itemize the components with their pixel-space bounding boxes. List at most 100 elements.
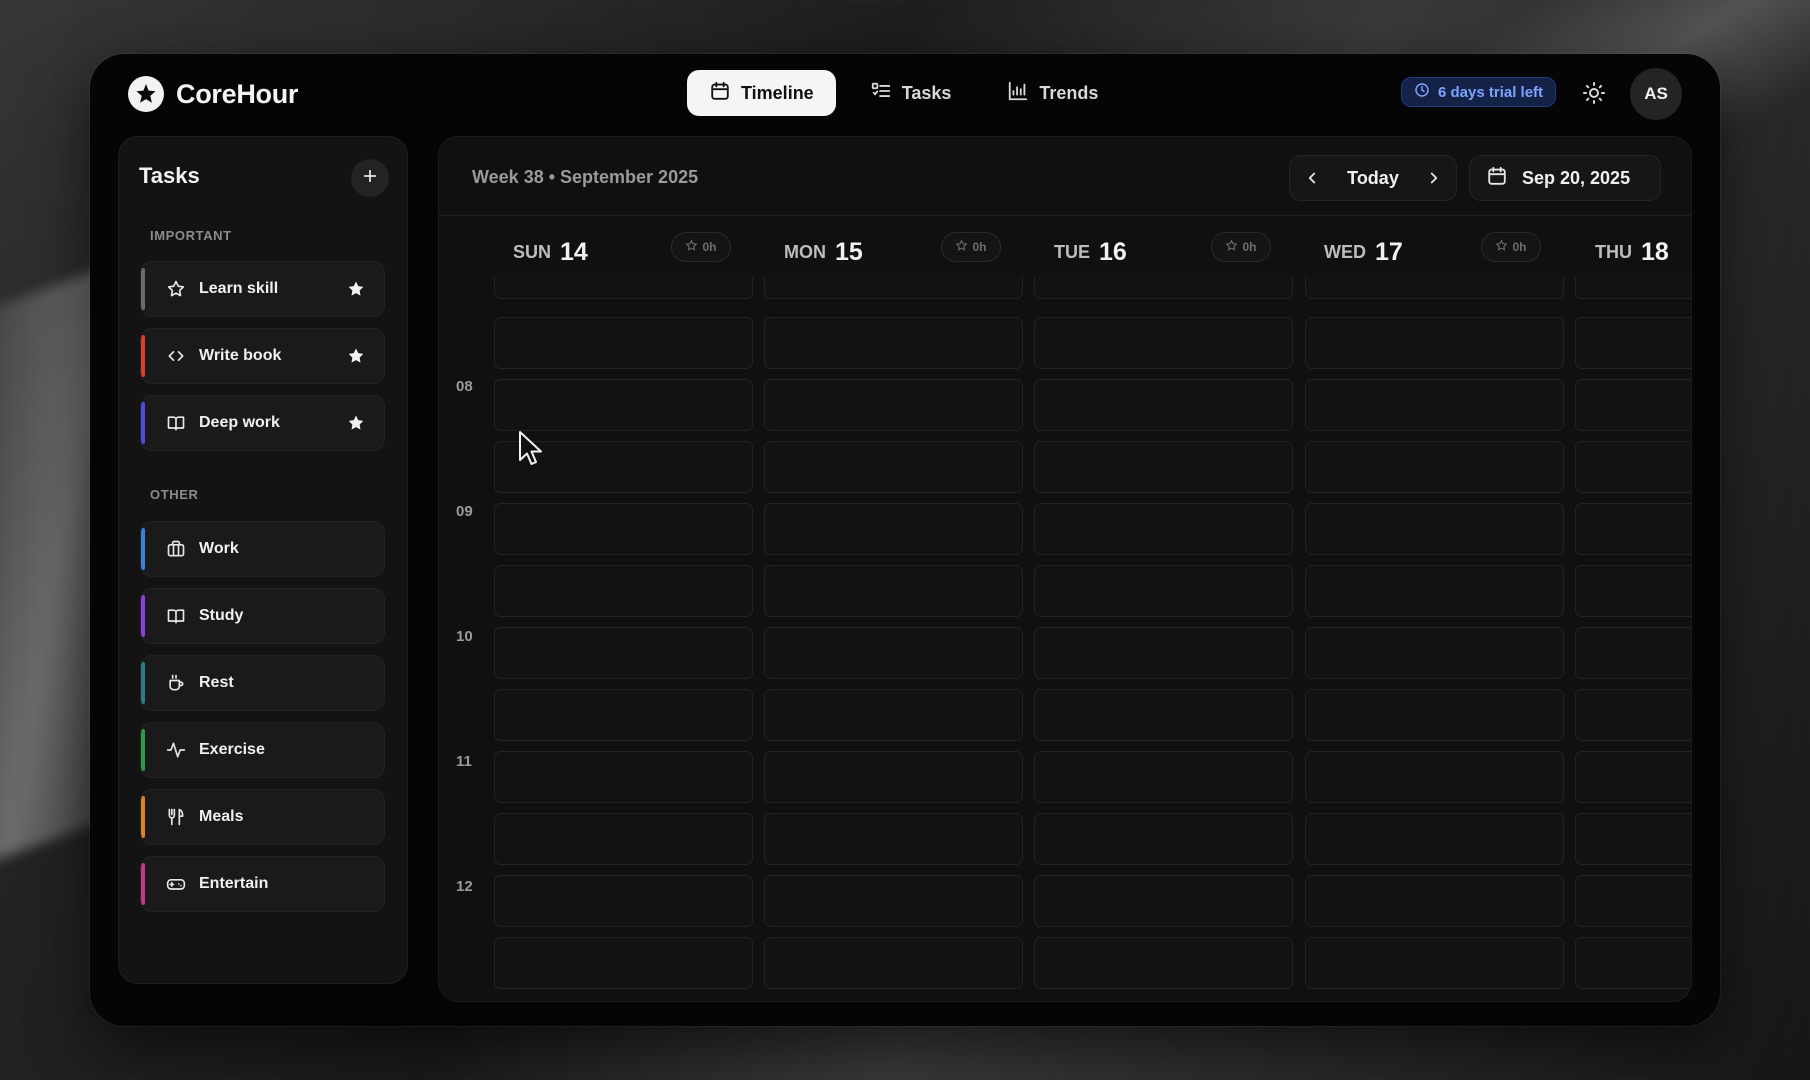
time-slot[interactable] (1034, 627, 1293, 679)
time-slot[interactable] (1575, 317, 1691, 369)
time-slot[interactable] (1034, 565, 1293, 617)
day-header-thu[interactable]: THU 18 (1595, 232, 1669, 272)
day-header-wed[interactable]: WED 17 (1324, 232, 1403, 272)
task-color-bar (141, 729, 145, 771)
today-button[interactable]: Today (1347, 168, 1399, 189)
time-slot[interactable] (1575, 277, 1691, 299)
time-slot[interactable] (764, 751, 1023, 803)
time-slot[interactable] (494, 441, 753, 493)
add-task-button[interactable] (351, 159, 389, 197)
time-slot[interactable] (494, 503, 753, 555)
time-slot[interactable] (1034, 751, 1293, 803)
time-slot[interactable] (764, 627, 1023, 679)
time-slot[interactable] (1305, 813, 1564, 865)
time-slot[interactable] (494, 689, 753, 741)
time-slot[interactable] (494, 565, 753, 617)
time-slot[interactable] (1575, 565, 1691, 617)
avatar[interactable]: AS (1630, 68, 1682, 120)
time-slot[interactable] (1305, 751, 1564, 803)
task-item-meals[interactable]: Meals (140, 789, 385, 845)
time-slot[interactable] (1034, 379, 1293, 431)
day-header-tue[interactable]: TUE 16 (1054, 232, 1127, 272)
time-slot[interactable] (764, 379, 1023, 431)
task-item-exercise[interactable]: Exercise (140, 722, 385, 778)
time-slot[interactable] (1034, 689, 1293, 741)
brand[interactable]: CoreHour (128, 76, 298, 112)
time-slot[interactable] (1575, 379, 1691, 431)
time-slot[interactable] (1305, 565, 1564, 617)
time-slot[interactable] (1034, 277, 1293, 299)
time-slot[interactable] (1034, 875, 1293, 927)
time-slot[interactable] (494, 379, 753, 431)
time-slot[interactable] (764, 813, 1023, 865)
time-slot[interactable] (494, 751, 753, 803)
tab-tasks[interactable]: Tasks (848, 70, 974, 116)
time-slot[interactable] (1305, 317, 1564, 369)
time-slot[interactable] (1305, 277, 1564, 299)
sun-icon[interactable] (1582, 81, 1606, 105)
task-item-entertain[interactable]: Entertain (140, 856, 385, 912)
time-slot[interactable] (1034, 503, 1293, 555)
time-slot[interactable] (494, 277, 753, 299)
time-slot[interactable] (494, 937, 753, 989)
hour-label: 08 (456, 378, 473, 395)
chevron-right-icon[interactable] (1420, 164, 1448, 192)
day-of-week: THU (1595, 241, 1632, 262)
time-slot[interactable] (1575, 503, 1691, 555)
time-slot[interactable] (1575, 875, 1691, 927)
time-slot[interactable] (1305, 627, 1564, 679)
task-label: Exercise (199, 741, 265, 758)
date-picker-button[interactable]: Sep 20, 2025 (1469, 155, 1661, 201)
time-slot[interactable] (1305, 875, 1564, 927)
time-slot[interactable] (1575, 441, 1691, 493)
task-item-rest[interactable]: Rest (140, 655, 385, 711)
time-slot[interactable] (764, 503, 1023, 555)
tab-timeline[interactable]: Timeline (687, 70, 836, 116)
time-slot[interactable] (1034, 937, 1293, 989)
activity-icon (165, 739, 187, 761)
task-item-study[interactable]: Study (140, 588, 385, 644)
task-item-learn-skill[interactable]: Learn skill (140, 261, 385, 317)
time-slot[interactable] (764, 937, 1023, 989)
calendar-icon (1486, 165, 1508, 192)
time-slot[interactable] (1575, 937, 1691, 989)
timeline-calendar: Week 38 • September 2025 Today Sep 20, 2… (438, 136, 1692, 1002)
chevron-left-icon[interactable] (1298, 164, 1326, 192)
time-slot[interactable] (494, 813, 753, 865)
time-slot[interactable] (494, 317, 753, 369)
time-slot[interactable] (1305, 503, 1564, 555)
task-item-work[interactable]: Work (140, 521, 385, 577)
hours-value: 0h (702, 240, 717, 254)
tab-trends[interactable]: Trends (985, 70, 1120, 116)
time-slot[interactable] (1575, 627, 1691, 679)
time-slot[interactable] (764, 689, 1023, 741)
star-badge-icon (128, 76, 164, 112)
time-slot[interactable] (1305, 441, 1564, 493)
time-slot[interactable] (494, 627, 753, 679)
time-slot[interactable] (764, 317, 1023, 369)
time-slot[interactable] (1305, 937, 1564, 989)
time-slot[interactable] (764, 875, 1023, 927)
gamepad-icon (165, 873, 187, 895)
time-slot[interactable] (764, 277, 1023, 299)
day-header-sun[interactable]: SUN 14 (513, 232, 588, 272)
time-slot[interactable] (1575, 813, 1691, 865)
time-slot[interactable] (494, 875, 753, 927)
star-filled-icon[interactable] (346, 346, 366, 366)
time-slot[interactable] (764, 565, 1023, 617)
time-slot[interactable] (1034, 813, 1293, 865)
time-slot[interactable] (1575, 689, 1691, 741)
day-header-mon[interactable]: MON 15 (784, 232, 863, 272)
time-slot[interactable] (1034, 441, 1293, 493)
time-slot[interactable] (1305, 379, 1564, 431)
task-item-deep-work[interactable]: Deep work (140, 395, 385, 451)
task-label: Study (199, 607, 244, 624)
time-slot[interactable] (764, 441, 1023, 493)
time-slot[interactable] (1575, 751, 1691, 803)
time-slot[interactable] (1034, 317, 1293, 369)
task-item-write-book[interactable]: Write book (140, 328, 385, 384)
time-slot[interactable] (1305, 689, 1564, 741)
star-filled-icon[interactable] (346, 413, 366, 433)
star-filled-icon[interactable] (346, 279, 366, 299)
trial-badge[interactable]: 6 days trial left (1401, 77, 1557, 107)
